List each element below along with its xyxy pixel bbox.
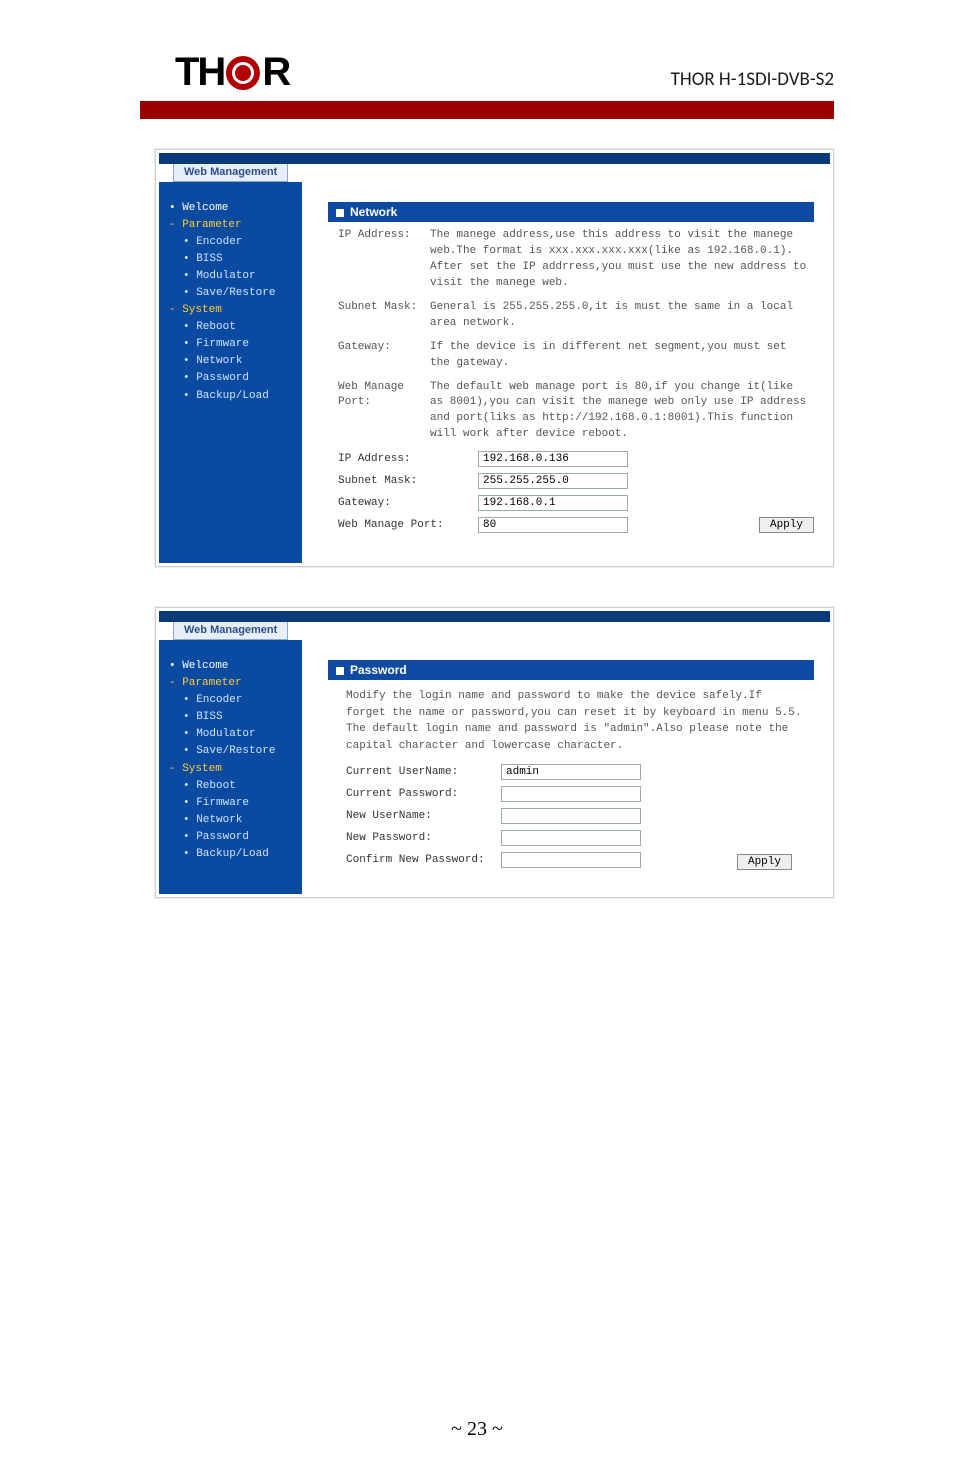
header-divider <box>140 101 834 119</box>
product-title: THOR H-1SDI-DVB-S2 <box>671 68 834 95</box>
new-password-row: New Password: <box>346 830 814 846</box>
new-user-input[interactable] <box>501 808 641 824</box>
page-number: ~ 23 ~ <box>0 1418 954 1441</box>
port-form-row: Web Manage Port: Apply <box>338 517 814 533</box>
network-panel-title-text: Network <box>350 205 397 219</box>
new-user-label: New UserName: <box>346 810 501 822</box>
sidebar: Welcome Parameter Encoder BISS Modulator… <box>159 182 302 563</box>
password-content: Password Modify the login name and passw… <box>302 640 830 894</box>
sidebar-item-modulator[interactable]: Modulator <box>183 268 294 285</box>
port-desc-text: The default web manage port is 80,if you… <box>430 380 814 444</box>
sidebar-item-backup-load[interactable]: Backup/Load <box>183 388 294 405</box>
sidebar-item-save-restore[interactable]: Save/Restore <box>183 285 294 302</box>
sidebar-item-biss[interactable]: BISS <box>183 709 294 726</box>
new-password-label: New Password: <box>346 832 501 844</box>
web-management-tab[interactable]: Web Management <box>173 164 288 182</box>
current-user-row: Current UserName: <box>346 764 814 780</box>
current-password-row: Current Password: <box>346 786 814 802</box>
desc-row-gateway: Gateway: If the device is in different n… <box>338 340 814 372</box>
ip-desc-text: The manege address,use this address to v… <box>430 228 814 292</box>
top-band <box>159 153 830 164</box>
password-panel-title-text: Password <box>350 663 407 677</box>
gear-icon <box>226 56 260 90</box>
sidebar: Welcome Parameter Encoder BISS Modulator… <box>159 640 302 894</box>
sidebar-item-firmware[interactable]: Firmware <box>183 336 294 353</box>
sidebar-item-network[interactable]: Network <box>183 353 294 370</box>
gateway-form-row: Gateway: <box>338 495 814 511</box>
current-password-label: Current Password: <box>346 788 501 800</box>
port-input[interactable] <box>478 517 628 533</box>
sidebar-item-password[interactable]: Password <box>183 829 294 846</box>
ip-input[interactable] <box>478 451 628 467</box>
confirm-password-input[interactable] <box>501 852 641 868</box>
current-user-input[interactable] <box>501 764 641 780</box>
square-icon <box>336 209 344 217</box>
network-panel-title: Network <box>328 202 814 222</box>
desc-row-mask: Subnet Mask: General is 255.255.255.0,it… <box>338 300 814 332</box>
confirm-password-label: Confirm New Password: <box>346 854 501 866</box>
document-page: TH R THOR H-1SDI-DVB-S2 Web Management W… <box>0 0 954 1471</box>
page-header: TH R THOR H-1SDI-DVB-S2 <box>0 50 954 101</box>
sidebar-item-encoder[interactable]: Encoder <box>183 234 294 251</box>
network-content: Network IP Address: The manege address,u… <box>302 182 830 563</box>
mask-input[interactable] <box>478 473 628 489</box>
current-password-input[interactable] <box>501 786 641 802</box>
desc-row-ip: IP Address: The manege address,use this … <box>338 228 814 292</box>
sidebar-item-system[interactable]: System <box>169 302 294 319</box>
ip-form-label: IP Address: <box>338 453 478 465</box>
screenshot-network: Web Management Welcome Parameter Encoder… <box>155 149 834 567</box>
logo-text-right: R <box>262 50 289 95</box>
password-panel-title: Password <box>328 660 814 680</box>
sidebar-item-welcome[interactable]: Welcome <box>169 200 294 217</box>
port-form-label: Web Manage Port: <box>338 519 478 531</box>
new-user-row: New UserName: <box>346 808 814 824</box>
sidebar-item-password[interactable]: Password <box>183 370 294 387</box>
gateway-form-label: Gateway: <box>338 497 478 509</box>
desc-row-port: Web Manage Port: The default web manage … <box>338 380 814 444</box>
logo-text-left: TH <box>175 50 224 95</box>
sidebar-item-backup-load[interactable]: Backup/Load <box>183 846 294 863</box>
sidebar-item-save-restore[interactable]: Save/Restore <box>183 743 294 760</box>
sidebar-item-reboot[interactable]: Reboot <box>183 319 294 336</box>
top-band <box>159 611 830 622</box>
sidebar-item-encoder[interactable]: Encoder <box>183 692 294 709</box>
mask-desc-label: Subnet Mask: <box>338 300 430 332</box>
ip-desc-label: IP Address: <box>338 228 430 292</box>
square-icon <box>336 667 344 675</box>
mask-form-label: Subnet Mask: <box>338 475 478 487</box>
sidebar-item-parameter[interactable]: Parameter <box>169 675 294 692</box>
screenshot-password: Web Management Welcome Parameter Encoder… <box>155 607 834 898</box>
sidebar-item-modulator[interactable]: Modulator <box>183 726 294 743</box>
gateway-desc-label: Gateway: <box>338 340 430 372</box>
apply-button[interactable]: Apply <box>737 854 792 870</box>
sidebar-item-welcome[interactable]: Welcome <box>169 658 294 675</box>
sidebar-item-system[interactable]: System <box>169 761 294 778</box>
current-user-label: Current UserName: <box>346 766 501 778</box>
sidebar-item-biss[interactable]: BISS <box>183 251 294 268</box>
new-password-input[interactable] <box>501 830 641 846</box>
mask-form-row: Subnet Mask: <box>338 473 814 489</box>
mask-desc-text: General is 255.255.255.0,it is must the … <box>430 300 814 332</box>
sidebar-item-parameter[interactable]: Parameter <box>169 217 294 234</box>
password-desc: Modify the login name and password to ma… <box>346 688 804 754</box>
port-desc-label: Web Manage Port: <box>338 380 430 444</box>
gateway-input[interactable] <box>478 495 628 511</box>
thor-logo: TH R <box>175 50 289 95</box>
web-management-tab[interactable]: Web Management <box>173 622 288 640</box>
sidebar-item-network[interactable]: Network <box>183 812 294 829</box>
apply-button[interactable]: Apply <box>759 517 814 533</box>
ip-form-row: IP Address: <box>338 451 814 467</box>
sidebar-item-reboot[interactable]: Reboot <box>183 778 294 795</box>
sidebar-item-firmware[interactable]: Firmware <box>183 795 294 812</box>
gateway-desc-text: If the device is in different net segmen… <box>430 340 814 372</box>
